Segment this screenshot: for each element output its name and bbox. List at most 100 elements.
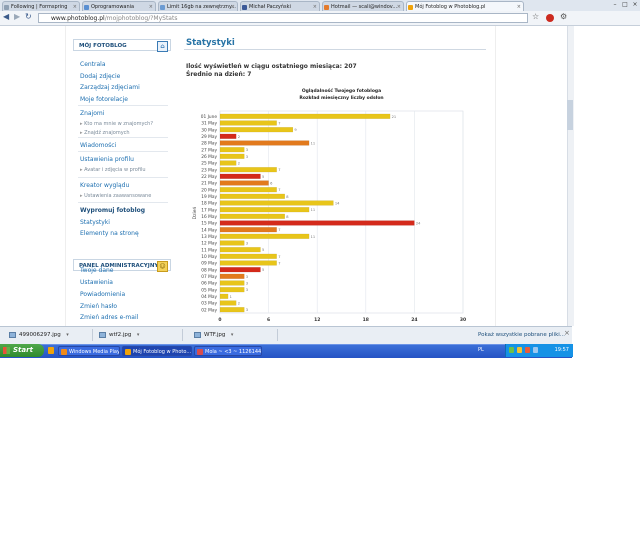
maximize-icon[interactable]: □ xyxy=(620,0,630,10)
tab-close-icon[interactable]: × xyxy=(313,2,317,11)
tab-label: Mój Fotoblog w Photoblog.pl xyxy=(415,4,486,10)
chart-data-label: 3 xyxy=(246,308,248,312)
browser-tab[interactable]: Mój Fotoblog w Photoblog.pl × xyxy=(406,1,524,11)
views-count: Ilość wyświetleń w ciągu ostatniego mies… xyxy=(186,63,357,70)
sidebar-item[interactable]: Kreator wyglądu xyxy=(80,182,129,189)
sidebar-item[interactable]: Znajomi xyxy=(80,110,104,117)
chart-y-tick-label: 08 May xyxy=(201,267,217,273)
chart-bar xyxy=(219,187,277,193)
tab-favicon-icon xyxy=(160,5,165,10)
image-file-icon xyxy=(194,332,201,338)
chart-bar xyxy=(219,147,245,153)
tab-close-icon[interactable]: × xyxy=(231,2,235,11)
chart-data-label: 11 xyxy=(311,142,316,146)
chart-y-tick-label: 02 May xyxy=(201,307,217,313)
chart-x-tick-label: 30 xyxy=(460,317,466,323)
tab-close-icon[interactable]: × xyxy=(397,2,401,11)
chart-bar xyxy=(219,180,269,186)
admin-item[interactable]: Zmień adres e-mail xyxy=(80,314,138,321)
admin-item[interactable]: Zmień hasło xyxy=(80,303,117,310)
sidebar-subitem[interactable]: Avatar i zdjęcia w profilu xyxy=(80,167,145,173)
tray-icon-network[interactable] xyxy=(509,347,514,353)
browser-tab[interactable]: Hotmail — scali@windov... × xyxy=(322,1,404,11)
chart-data-label: 3 xyxy=(246,148,248,152)
my-fotoblog-title: MÓJ FOTOBLOG xyxy=(79,43,127,49)
tab-favicon-icon xyxy=(4,5,9,10)
language-indicator[interactable]: PL xyxy=(478,344,484,357)
admin-icon[interactable]: ☺ xyxy=(157,261,168,272)
sidebar-item[interactable]: Centrala xyxy=(80,61,106,68)
forward-icon[interactable]: ▶ xyxy=(14,12,20,22)
chart-bar xyxy=(219,153,245,159)
dropdown-arrow-icon[interactable]: ▾ xyxy=(66,330,69,340)
address-bar[interactable]: www.photoblog.pl/mojphotoblog/?MyStats xyxy=(38,13,528,23)
chart-y-tick-label: 23 May xyxy=(201,167,217,173)
taskbar-button[interactable]: Windows Media Player xyxy=(58,346,120,356)
taskbar-button[interactable]: Mola ~ <3 ~ 11261449 xyxy=(194,346,262,356)
chart-x-tick-label: 6 xyxy=(267,317,270,323)
sidebar-item[interactable]: Elementy na stronę xyxy=(80,230,139,237)
wrench-icon[interactable]: ⚙ xyxy=(560,12,567,22)
my-fotoblog-header: MÓJ FOTOBLOG ⌂ xyxy=(73,39,171,52)
chart-bar xyxy=(219,260,277,266)
browser-tab[interactable]: Limit 16gb na zewnętrzny... × xyxy=(158,1,238,11)
sidebar-divider xyxy=(78,151,168,152)
scrollbar-thumb[interactable] xyxy=(567,100,573,130)
chart-y-tick-label: 04 May xyxy=(201,294,217,300)
chart-data-label: 7 xyxy=(278,188,280,192)
sidebar-item[interactable]: Wypromuj fotoblog xyxy=(80,207,145,214)
home-icon[interactable]: ⌂ xyxy=(157,41,168,52)
download-item[interactable]: WTF.jpg ▾ xyxy=(193,330,233,340)
sidebar-item[interactable]: Statystyki xyxy=(80,219,110,226)
tab-favicon-icon xyxy=(324,5,329,10)
chart-y-tick-label: 21 May xyxy=(201,181,217,187)
admin-item[interactable]: Twoje dane xyxy=(80,267,114,274)
chart-y-tick-label: 03 May xyxy=(201,301,217,307)
sidebar-subitem[interactable]: Kto ma mnie w znajomych? xyxy=(80,121,153,127)
sidebar-subitem[interactable]: Ustawienia zaawansowane xyxy=(80,193,151,199)
show-all-downloads-link[interactable]: Pokaż wszystkie pobrane pliki... xyxy=(478,330,565,340)
tray-icon-messenger[interactable] xyxy=(533,347,538,353)
tab-close-icon[interactable]: × xyxy=(517,2,521,11)
page-title: Statystyki xyxy=(186,38,235,48)
admin-item[interactable]: Powiadomienia xyxy=(80,291,125,298)
start-button[interactable]: Start xyxy=(0,344,44,357)
sidebar-item[interactable]: Dodaj zdjęcie xyxy=(80,73,120,80)
reload-icon[interactable]: ↻ xyxy=(25,12,32,22)
chart-y-tick-label: 09 May xyxy=(201,261,217,267)
dropdown-arrow-icon[interactable]: ▾ xyxy=(137,330,140,340)
minimize-icon[interactable]: – xyxy=(610,0,620,10)
browser-tab[interactable]: Oprogramowania × xyxy=(82,1,156,11)
back-icon[interactable]: ◀ xyxy=(3,12,9,22)
chart-bar xyxy=(219,287,245,293)
chart-bar xyxy=(219,213,285,219)
sidebar-item[interactable]: Ustawienia profilu xyxy=(80,156,134,163)
tab-close-icon[interactable]: × xyxy=(73,2,77,11)
close-icon[interactable]: × xyxy=(630,0,640,10)
browser-tab[interactable]: Michał Paczyński × xyxy=(240,1,320,11)
sidebar-item[interactable]: Zarządzaj zdjęciami xyxy=(80,84,140,91)
url-path: /mojphotoblog/?MyStats xyxy=(104,15,178,22)
chart-y-tick-label: 14 May xyxy=(201,227,217,233)
quick-launch-icon[interactable] xyxy=(48,347,54,354)
download-filename: wtf2.jpg xyxy=(109,332,132,338)
sidebar-item[interactable]: Wiadomości xyxy=(80,142,116,149)
taskbar-button[interactable]: Mój Fotoblog w Photo... xyxy=(122,346,192,356)
admin-item[interactable]: Ustawienia xyxy=(80,279,113,286)
vertical-scrollbar[interactable] xyxy=(567,26,574,326)
chart-y-tick-label: 28 May xyxy=(201,141,217,147)
chart-data-label: 11 xyxy=(311,235,316,239)
sidebar-subitem[interactable]: Znajdź znajomych xyxy=(80,130,130,136)
star-icon[interactable]: ☆ xyxy=(532,12,539,22)
download-item[interactable]: wtf2.jpg ▾ xyxy=(98,330,139,340)
dropdown-arrow-icon[interactable]: ▾ xyxy=(231,330,234,340)
tray-icon-security[interactable] xyxy=(525,347,530,353)
tray-icon-volume[interactable] xyxy=(517,347,522,353)
download-item[interactable]: 499006297.jpg ▾ xyxy=(8,330,69,340)
stop-icon[interactable] xyxy=(546,14,554,22)
browser-tab[interactable]: Following | Formspring × xyxy=(2,1,80,11)
sidebar-item[interactable]: Moje fotorelacje xyxy=(80,96,128,103)
close-downloads-icon[interactable]: × xyxy=(564,329,570,337)
chart-bar xyxy=(219,293,229,299)
tab-close-icon[interactable]: × xyxy=(149,2,153,11)
